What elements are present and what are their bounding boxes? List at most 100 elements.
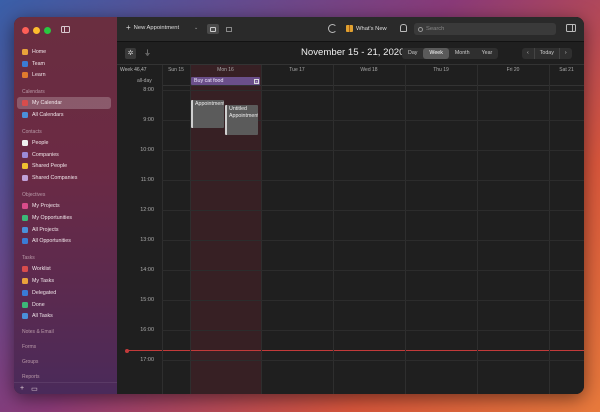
sidebar-item-delegated[interactable]: Delegated [14,287,117,299]
day-header[interactable]: Wed 18 [333,65,405,76]
search-icon [418,26,423,32]
hour-label: 9:00 [143,117,154,123]
sidebar-item-all-tasks[interactable]: All Tasks [14,311,117,323]
hour-label: 13:00 [140,237,154,243]
sidebar-item-my-tasks[interactable]: My Tasks [14,275,117,287]
sidebar-item-label: My Projects [32,203,60,210]
view-year-button[interactable]: Year [476,48,499,59]
calendar-header: ✲ ⏚ November 15 - 21, 2020 Day Week Month Y… [117,42,584,65]
date-navigation: ‹ Today › [522,48,572,59]
window-controls [22,27,51,34]
allday-event[interactable]: Buy cat food × [191,77,260,85]
sidebar-item-all-calendars[interactable]: All Calendars [14,109,117,121]
sidebar-item-label: All Projects [32,226,59,233]
person-icon [22,139,28,146]
sidebar-item-worklist[interactable]: Worklist [14,263,117,275]
event-close-icon[interactable]: × [254,78,259,84]
minimize-button[interactable] [33,27,40,34]
sidebar-section-header[interactable]: Calendars [14,85,117,97]
sidebar-item-label: Team [32,60,45,67]
hour-label: 12:00 [140,207,154,213]
sidebar-footer: + ▭ [14,382,117,394]
today-button[interactable]: Today [533,48,560,59]
hour-line [162,150,584,151]
sidebar-section-header[interactable]: Forms [14,340,117,352]
sidebar-item-team[interactable]: Team [14,58,117,70]
sidebar-item-shared-companies[interactable]: Shared Companies [14,172,117,184]
plus-icon: + [126,23,131,32]
day-header[interactable]: Thu 19 [405,65,477,76]
next-week-button[interactable]: › [560,48,572,59]
delegated-icon [22,289,28,296]
sidebar-item-label: Companies [32,151,59,158]
sidebar-item-companies[interactable]: Companies [14,149,117,161]
all-projects-icon [22,226,28,233]
date-range-title: November 15 - 21, 2020 [301,47,405,58]
sidebar-item-label: Shared People [32,163,68,170]
search-input[interactable]: Search [414,23,556,35]
sidebar-section-header[interactable]: Notes & Email [14,325,117,337]
zoom-button[interactable] [44,27,51,34]
shared-people-icon [22,163,28,170]
day-header[interactable]: Tue 17 [261,65,333,76]
view-switcher: Day Week Month Year [402,48,499,59]
list-view-toggle[interactable] [223,24,235,34]
current-time-line [125,348,584,353]
chevron-down-icon[interactable]: ⌄ [194,25,198,31]
sidebar-section-header[interactable]: Objectives [14,188,117,200]
add-icon[interactable]: + [20,385,24,392]
day-header[interactable]: Sat 21 [549,65,584,76]
day-header[interactable]: Sun 15 [162,65,190,76]
sidebar-list: Home Team Learn Calendars My Calendar All Cal… [14,46,117,382]
learn-icon [22,72,28,79]
sync-icon[interactable] [328,24,337,33]
hour-line [162,90,584,91]
appointment-event[interactable]: Untitled Appointment [225,105,258,135]
sidebar-item-shared-people[interactable]: Shared People [14,161,117,173]
close-button[interactable] [22,27,29,34]
sidebar-item-home[interactable]: Home [14,46,117,58]
day-header[interactable]: Mon 16 [190,65,261,76]
sidebar-item-my-calendar[interactable]: My Calendar [17,97,111,110]
app-window: Home Team Learn Calendars My Calendar All Cal… [14,17,584,394]
team-icon [22,60,28,67]
sidebar-item-label: Done [32,301,45,308]
day-divider [333,65,334,394]
calendar-view-toggle[interactable] [207,24,219,34]
done-icon [22,301,28,308]
day-header[interactable]: Fri 20 [477,65,549,76]
sidebar-item-all-projects[interactable]: All Projects [14,224,117,236]
appointment-event[interactable]: Appointment [191,100,224,128]
sidebar-section-header[interactable]: Tasks [14,251,117,263]
view-week-button[interactable]: Week [423,48,449,59]
sidebar-section-header[interactable]: Contacts [14,125,117,137]
hour-label: 16:00 [140,327,154,333]
sidebar: Home Team Learn Calendars My Calendar All Cal… [14,17,117,394]
panel-icon[interactable]: ▭ [31,385,38,393]
sidebar-item-label: People [32,139,49,146]
sidebar-item-label: Worklist [32,266,51,273]
sidebar-item-my-opportunities[interactable]: My Opportunities [14,212,117,224]
hour-label: 14:00 [140,267,154,273]
sidebar-item-learn[interactable]: Learn [14,70,117,82]
sidebar-item-label: All Opportunities [32,238,71,245]
sidebar-section-header[interactable]: Reports [14,370,117,382]
sidebar-item-done[interactable]: Done [14,299,117,311]
gear-icon[interactable]: ✲ [125,48,136,59]
sidebar-toggle-icon[interactable] [61,26,70,33]
view-day-button[interactable]: Day [402,48,423,59]
new-appointment-button[interactable]: + New Appointment [126,23,179,32]
sidebar-item-all-opportunities[interactable]: All Opportunities [14,236,117,248]
week-grid[interactable]: Week 46,47 all-day Buy cat food × Sun 15… [117,65,584,394]
bell-icon[interactable] [400,24,407,32]
prev-week-button[interactable]: ‹ [522,48,534,59]
allday-event-title: Buy cat food [194,78,224,84]
sidebar-item-people[interactable]: People [14,137,117,149]
view-month-button[interactable]: Month [449,48,476,59]
sidebar-section-header[interactable]: Groups [14,355,117,367]
filter-icon[interactable]: ⏚ [144,48,151,58]
sidebar-item-my-projects[interactable]: My Projects [14,200,117,212]
whats-new-button[interactable]: What's New [346,25,387,32]
gift-icon [346,25,353,32]
right-panel-icon[interactable] [566,24,576,32]
